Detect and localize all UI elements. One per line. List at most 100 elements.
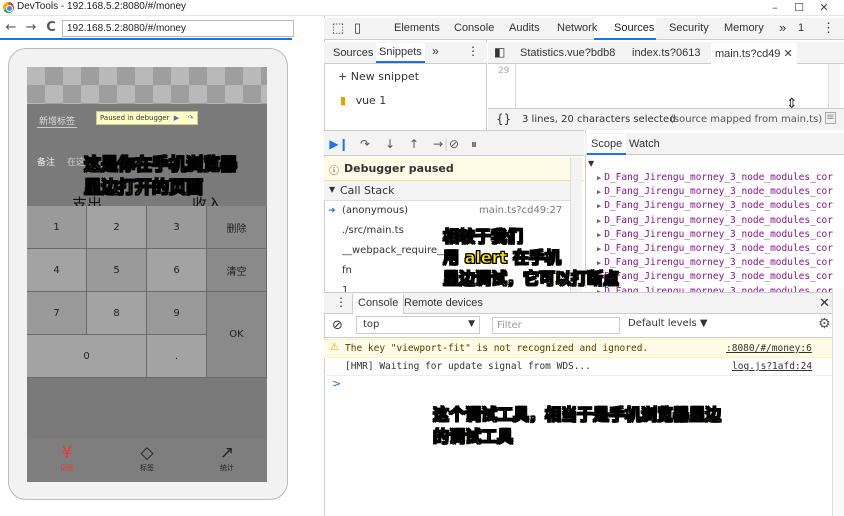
key-9[interactable]: 9 bbox=[147, 292, 207, 335]
step-out-icon[interactable]: ↑ bbox=[404, 136, 424, 152]
add-tag-button[interactable]: 新增标签 bbox=[37, 114, 78, 128]
kebab-menu-icon[interactable]: ⋮ bbox=[822, 20, 835, 36]
tab-statistics-vue[interactable]: Statistics.vue?bdb8 bbox=[520, 47, 615, 59]
annotation-line: 相较于我们 bbox=[443, 227, 524, 247]
scope-row-label: D_Fang_Jirengu_morney_3_node_modules_cor bbox=[604, 214, 833, 226]
device-toggle-icon[interactable]: ▯ bbox=[354, 20, 361, 36]
scope-row[interactable]: ▶D_Fang_Jirengu_morney_3_node_modules_co… bbox=[597, 200, 844, 211]
back-icon[interactable]: ← bbox=[3, 20, 19, 36]
close-tab-icon[interactable]: ✕ bbox=[784, 48, 793, 60]
scope-row[interactable]: ▶D_Fang_Jirengu_morney_3_node_modules_co… bbox=[597, 271, 844, 282]
console-prompt[interactable]: > bbox=[332, 377, 341, 390]
nav-item-statistics[interactable]: ↗ 统计 bbox=[197, 443, 257, 473]
context-select[interactable]: top ▼ bbox=[356, 316, 480, 334]
reload-icon[interactable]: C bbox=[43, 20, 59, 36]
key-6[interactable]: 6 bbox=[147, 249, 207, 292]
frame-name: __webpack_require__ bbox=[342, 245, 447, 256]
key-1[interactable]: 1 bbox=[27, 206, 87, 249]
tab-console-drawer[interactable]: Console bbox=[352, 294, 405, 314]
console-drawer-tabs: ⋮ Console Remote devices ✕ bbox=[324, 292, 844, 314]
coverage-icon[interactable]: ≡ bbox=[825, 112, 836, 124]
log-source-link[interactable]: log.js?1afd:24 bbox=[732, 361, 812, 372]
tab-remote-devices[interactable]: Remote devices bbox=[404, 297, 483, 309]
snippet-item[interactable]: ▮ vue 1 bbox=[340, 94, 386, 107]
minimize-button[interactable]: – bbox=[763, 0, 787, 16]
tab-sources-nav[interactable]: Sources bbox=[333, 47, 373, 59]
settings-gear-icon[interactable]: ⚙ bbox=[818, 316, 831, 332]
tab-security[interactable]: Security bbox=[669, 22, 709, 34]
tab-elements[interactable]: Elements bbox=[394, 22, 440, 34]
nav-item-money[interactable]: ¥ 记账 bbox=[37, 443, 97, 473]
remark-input[interactable]: 在这 bbox=[67, 155, 85, 168]
tab-main-ts[interactable]: main.ts?cd49 ✕ bbox=[711, 43, 797, 64]
key-4[interactable]: 4 bbox=[27, 249, 87, 292]
tab-sources[interactable]: Sources bbox=[614, 22, 654, 34]
close-button[interactable]: ✕ bbox=[812, 0, 836, 16]
key-删除[interactable]: 删除 bbox=[207, 206, 267, 249]
new-snippet-label: New snippet bbox=[350, 70, 420, 83]
expand-icon: ▶ bbox=[597, 188, 602, 197]
editor-scrollbar[interactable] bbox=[828, 64, 840, 108]
tab-snippets[interactable]: Snippets bbox=[376, 43, 425, 63]
source-map-status: (source mapped from main.ts) bbox=[670, 114, 823, 125]
tab-memory[interactable]: Memory bbox=[724, 22, 764, 34]
key-8[interactable]: 8 bbox=[87, 292, 147, 335]
nav-menu-icon[interactable]: ⋮ bbox=[467, 44, 479, 58]
scope-row[interactable]: ▶D_Fang_Jirengu_morney_3_node_modules_co… bbox=[597, 229, 844, 240]
levels-select[interactable]: Default levels ▼ bbox=[628, 318, 708, 329]
annotation-page: 这是你在手机浏览器 里边打开的页面 bbox=[84, 154, 238, 200]
new-snippet-button[interactable]: + New snippet bbox=[338, 70, 419, 83]
scope-expand-icon[interactable]: ▼ bbox=[588, 159, 594, 168]
tab-index-ts[interactable]: index.ts?0613 bbox=[632, 47, 701, 59]
filter-input[interactable]: Filter bbox=[492, 317, 620, 334]
key-2[interactable]: 2 bbox=[87, 206, 147, 249]
scope-row[interactable]: ▶D_Fang_Jirengu_morney_3_node_modules_co… bbox=[597, 243, 844, 254]
step-into-icon[interactable]: ↓ bbox=[380, 136, 400, 152]
scope-row[interactable]: ▶D_Fang_Jirengu_morney_3_node_modules_co… bbox=[597, 172, 844, 183]
annotation-line: 里边调试，它可以打断点 bbox=[443, 269, 620, 289]
close-drawer-icon[interactable]: ✕ bbox=[819, 295, 830, 311]
resume-icon[interactable]: ▶ bbox=[171, 113, 182, 123]
drawer-menu-icon[interactable]: ⋮ bbox=[335, 295, 347, 309]
tab-network[interactable]: Network bbox=[557, 22, 597, 34]
deactivate-breakpoints-icon[interactable]: ⊘ bbox=[444, 136, 464, 152]
frame-name: (anonymous) bbox=[342, 205, 409, 216]
step-over-icon[interactable]: ↷ bbox=[185, 113, 196, 123]
tab-watch[interactable]: Watch bbox=[629, 138, 660, 150]
url-input[interactable]: 192.168.5.2:8080/#/money bbox=[62, 20, 294, 37]
tab-audits[interactable]: Audits bbox=[509, 22, 540, 34]
inspect-icon[interactable]: ⬚ bbox=[332, 20, 344, 36]
key-0[interactable]: 0 bbox=[27, 335, 147, 378]
tag-area bbox=[27, 67, 267, 104]
key-OK[interactable]: OK bbox=[207, 292, 267, 378]
nav-more-icon[interactable]: » bbox=[432, 44, 439, 58]
tab-console[interactable]: Console bbox=[454, 22, 494, 34]
format-icon[interactable]: {} bbox=[496, 112, 511, 126]
console-scrollbar[interactable] bbox=[832, 288, 844, 516]
expand-icon: ▶ bbox=[597, 174, 602, 182]
key-5[interactable]: 5 bbox=[87, 249, 147, 292]
tab-scope[interactable]: Scope bbox=[587, 134, 627, 155]
scope-row[interactable]: ▶D_Fang_Jirengu_morney_3_node_modules_co… bbox=[597, 215, 844, 226]
warning-source-link[interactable]: :8080/#/money:6 bbox=[726, 343, 812, 354]
callstack-frame[interactable]: ➜ (anonymous) main.ts?cd49:27 bbox=[324, 201, 570, 221]
toggle-navigator-icon[interactable]: ◧ bbox=[494, 45, 505, 59]
step-over-icon[interactable]: ↷ bbox=[355, 136, 375, 152]
forward-icon[interactable]: → bbox=[23, 20, 39, 36]
callstack-header[interactable]: ▼ Call Stack bbox=[324, 181, 570, 201]
key-3[interactable]: 3 bbox=[147, 206, 207, 249]
scope-row-label: D_Fang_Jirengu_morney_3_node_modules_cor bbox=[604, 243, 833, 254]
key-dot[interactable]: . bbox=[147, 335, 207, 378]
scope-row[interactable]: ▶D_Fang_Jirengu_morney_3_node_modules_co… bbox=[597, 186, 844, 197]
scope-row[interactable]: ▶D_Fang_Jirengu_morney_3_node_modules_co… bbox=[597, 257, 844, 268]
clear-console-icon[interactable]: ⊘ bbox=[332, 318, 343, 333]
frame-location: main.ts?cd49:27 bbox=[479, 205, 563, 216]
context-value: top bbox=[363, 319, 380, 330]
more-tabs-icon[interactable]: » bbox=[779, 20, 786, 35]
pause-on-exceptions-icon[interactable]: ⏸ bbox=[464, 136, 484, 152]
key-7[interactable]: 7 bbox=[27, 292, 87, 335]
resume-icon[interactable]: ▶❙ bbox=[329, 136, 349, 152]
key-清空[interactable]: 清空 bbox=[207, 249, 267, 292]
maximize-button[interactable]: ☐ bbox=[787, 0, 811, 16]
nav-item-labels[interactable]: ◇ 标签 bbox=[117, 443, 177, 473]
